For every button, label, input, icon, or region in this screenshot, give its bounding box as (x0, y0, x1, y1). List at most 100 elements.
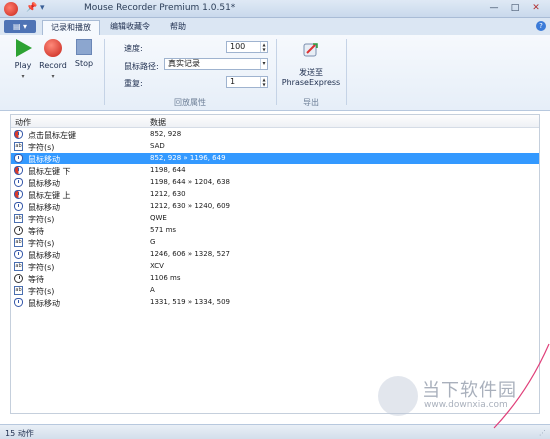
chevron-down-icon[interactable]: ▾ (260, 59, 267, 69)
data-cell: A (150, 286, 155, 294)
wait-clock-icon (14, 226, 23, 235)
action-cell: 鼠标左键 下 (28, 167, 71, 176)
playback-group-label: 回放属性 (174, 98, 206, 107)
speed-stepper[interactable]: 100 ▲ ▼ (226, 41, 268, 53)
table-row[interactable]: ab 字符(s) QWE (11, 213, 539, 224)
mouse-path-label: 鼠标路径: (124, 62, 159, 71)
play-button[interactable]: Play ▾ (8, 39, 38, 80)
play-icon (16, 39, 32, 57)
action-cell: 鼠标移动 (28, 203, 60, 212)
column-header-action[interactable]: 动作 (15, 117, 31, 128)
data-cell: XCV (150, 262, 164, 270)
data-cell: 1246, 606 » 1328, 527 (150, 250, 230, 258)
mouse-move-icon (14, 250, 23, 259)
table-row[interactable]: 鼠标移动 1246, 606 » 1328, 527 (11, 249, 539, 260)
text-icon: ab (14, 142, 23, 151)
action-cell: 鼠标移动 (28, 299, 60, 308)
text-icon: ab (14, 286, 23, 295)
table-row[interactable]: 鼠标左键 下 1198, 644 (11, 165, 539, 176)
stop-button[interactable]: Stop (69, 39, 99, 68)
watermark: 当下软件园 www.downxia.com (378, 376, 528, 422)
mouse-move-icon (14, 178, 23, 187)
action-cell: 等待 (28, 227, 44, 236)
table-row[interactable]: ab 字符(s) A (11, 285, 539, 296)
ribbon-panel: Play ▾ Record ▾ Stop 速度: 100 ▲ ▼ 鼠标路径: 真实… (0, 35, 550, 111)
action-cell: 点击鼠标左键 (28, 131, 76, 140)
action-cell: 字符(s) (28, 215, 55, 224)
pin-icon[interactable]: 📌 (26, 3, 37, 13)
table-row[interactable]: ab 字符(s) XCV (11, 261, 539, 272)
data-cell: G (150, 238, 156, 246)
spinner-arrows-icon[interactable]: ▲ ▼ (260, 42, 267, 52)
help-icon[interactable]: ? (536, 21, 546, 31)
ribbon-separator (346, 39, 347, 105)
table-row[interactable]: 鼠标移动 1212, 630 » 1240, 609 (11, 201, 539, 212)
phraseexpress-label: PhraseExpress (281, 78, 341, 87)
send-to-label: 发送至 (299, 68, 323, 77)
watermark-logo-icon (378, 376, 418, 416)
wait-clock-icon (14, 274, 23, 283)
table-row[interactable]: 鼠标移动 1331, 519 » 1334, 509 (11, 297, 539, 308)
app-record-icon[interactable] (4, 2, 18, 16)
table-row[interactable]: ab 字符(s) G (11, 237, 539, 248)
table-row[interactable]: 等待 1106 ms (11, 273, 539, 284)
chevron-down-icon: ▾ (51, 73, 55, 80)
data-cell: 852, 928 (150, 130, 182, 138)
phraseexpress-icon (303, 43, 318, 57)
table-row[interactable]: 点击鼠标左键 852, 928 (11, 129, 539, 140)
repeat-stepper[interactable]: 1 ▲ ▼ (226, 76, 268, 88)
maximize-icon[interactable]: □ (505, 1, 525, 16)
table-row[interactable]: 等待 571 ms (11, 225, 539, 236)
data-cell: 852, 928 » 1196, 649 (150, 154, 226, 162)
quick-access-dropdown-icon[interactable]: ▾ (40, 3, 45, 13)
mouse-left-down-icon (14, 166, 23, 175)
data-cell: 571 ms (150, 226, 177, 234)
mouse-left-up-icon (14, 190, 23, 199)
action-cell: 字符(s) (28, 263, 55, 272)
data-cell: SAD (150, 142, 165, 150)
resize-grip-icon[interactable]: ⋰ (539, 429, 546, 437)
action-cell: 鼠标移动 (28, 155, 60, 164)
list-header: 动作 数据 (11, 115, 539, 128)
table-row[interactable]: ab 字符(s) SAD (11, 141, 539, 152)
tab-edit-macro[interactable]: 编辑收藏令 (102, 20, 158, 35)
tab-record-playback[interactable]: 记录和播放 (42, 20, 100, 35)
action-cell: 鼠标移动 (28, 179, 60, 188)
app-menu-button[interactable]: ▤ ▾ (4, 20, 36, 33)
close-icon[interactable]: ✕ (526, 1, 546, 16)
record-button[interactable]: Record ▾ (38, 39, 68, 80)
mouse-left-click-icon (14, 130, 23, 139)
action-list[interactable]: 动作 数据 点击鼠标左键 852, 928 ab 字符(s) SAD 鼠标移动 852, 9… (10, 114, 540, 414)
data-cell: 1212, 630 (150, 190, 186, 198)
data-cell: 1106 ms (150, 274, 181, 282)
data-cell: QWE (150, 214, 167, 222)
window-controls: — □ ✕ (484, 1, 546, 16)
text-icon: ab (14, 214, 23, 223)
data-cell: 1198, 644 » 1204, 638 (150, 178, 230, 186)
stop-icon (76, 39, 92, 55)
tab-help[interactable]: 帮助 (162, 20, 194, 35)
title-bar: 📌 ▾ Mouse Recorder Premium 1.0.51* — □ ✕ (0, 0, 550, 18)
column-header-data[interactable]: 数据 (150, 117, 166, 128)
table-row[interactable]: 鼠标移动 1198, 644 » 1204, 638 (11, 177, 539, 188)
send-to-phraseexpress-button[interactable]: 发送至 PhraseExpress (280, 37, 342, 93)
action-cell: 鼠标左键 上 (28, 191, 71, 200)
minimize-icon[interactable]: — (484, 1, 504, 16)
export-group-label: 导出 (303, 98, 319, 107)
spinner-arrows-icon[interactable]: ▲ ▼ (260, 77, 267, 87)
action-cell: 字符(s) (28, 143, 55, 152)
watermark-name: 当下软件园 (422, 380, 517, 401)
chevron-down-icon: ▾ (21, 73, 25, 80)
table-row[interactable]: 鼠标移动 852, 928 » 1196, 649 (11, 153, 539, 164)
data-cell: 1212, 630 » 1240, 609 (150, 202, 230, 210)
action-cell: 字符(s) (28, 287, 55, 296)
repeat-label: 重复: (124, 79, 143, 88)
action-count: 15 动作 (5, 429, 34, 438)
record-icon (44, 39, 62, 57)
mouse-move-icon (14, 154, 23, 163)
action-cell: 字符(s) (28, 239, 55, 248)
ribbon-separator (104, 39, 105, 105)
table-row[interactable]: 鼠标左键 上 1212, 630 (11, 189, 539, 200)
mouse-path-select[interactable]: 真实记录 ▾ (164, 58, 268, 70)
watermark-url: www.downxia.com (424, 400, 508, 410)
